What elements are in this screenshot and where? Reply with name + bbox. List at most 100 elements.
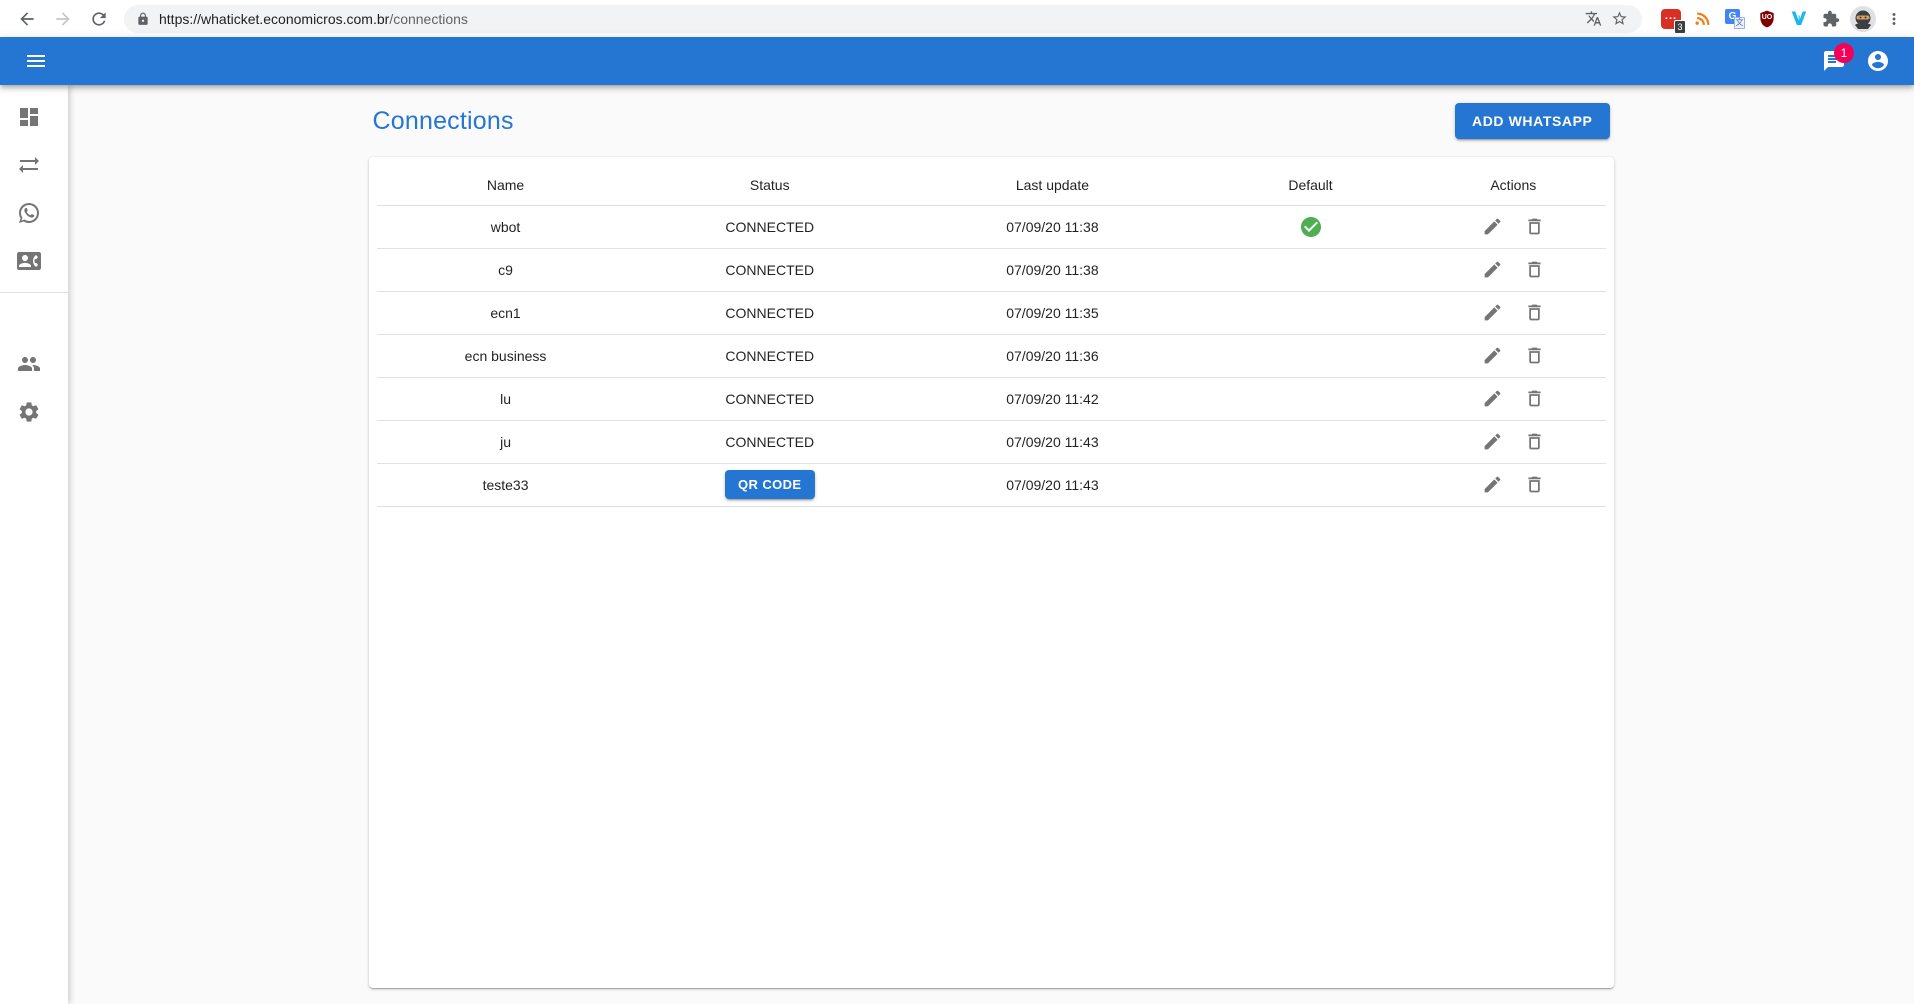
cell-actions [1421, 248, 1605, 291]
messages-button[interactable]: 1 [1812, 39, 1856, 83]
sidebar-item-tickets[interactable] [0, 189, 68, 237]
notification-badge: 1 [1834, 43, 1854, 63]
cell-name: teste33 [377, 463, 635, 506]
delete-trash-icon [1524, 388, 1545, 409]
contact-phone-icon [17, 249, 41, 273]
edit-connection-button[interactable] [1477, 255, 1507, 285]
url-text: https://whaticket.economicros.com.br/con… [159, 11, 1580, 27]
cell-default [1200, 205, 1421, 248]
sidebar-divider [0, 292, 68, 293]
table-row: ju CONNECTED 07/09/20 11:43 [377, 420, 1606, 463]
cell-actions [1421, 377, 1605, 420]
main-content: Connections ADD WHATSAPP NameStatusLast … [68, 85, 1914, 1004]
dashboard-icon [17, 105, 41, 129]
ublock-origin-extension-button[interactable]: UO [1754, 6, 1780, 32]
table-row: c9 CONNECTED 07/09/20 11:38 [377, 248, 1606, 291]
delete-connection-button[interactable] [1519, 384, 1549, 414]
delete-connection-button[interactable] [1519, 298, 1549, 328]
browser-profile-avatar[interactable] [1850, 6, 1876, 32]
sidebar [0, 85, 68, 1004]
reload-icon [89, 9, 109, 29]
sidebar-section-gap [0, 300, 68, 340]
delete-trash-icon [1524, 345, 1545, 366]
browser-reload-button[interactable] [82, 2, 116, 36]
extensions-puzzle-button[interactable] [1818, 6, 1844, 32]
red-ellipsis-extension-button[interactable]: ... 3 [1658, 6, 1684, 32]
browser-menu-kebab-button[interactable] [1882, 6, 1906, 32]
add-whatsapp-button[interactable]: ADD WHATSAPP [1455, 103, 1610, 139]
connections-table: NameStatusLast updateDefaultActions wbot… [377, 165, 1606, 507]
table-row: ecn business CONNECTED 07/09/20 11:36 [377, 334, 1606, 377]
edit-connection-button[interactable] [1477, 384, 1507, 414]
address-bar[interactable]: https://whaticket.economicros.com.br/con… [124, 5, 1642, 33]
kebab-menu-icon [1885, 10, 1903, 28]
edit-pencil-icon [1482, 431, 1503, 452]
forward-arrow-icon [53, 9, 73, 29]
blue-v-icon: V↓ [1792, 8, 1807, 30]
delete-trash-icon [1524, 259, 1545, 280]
sidebar-item-users[interactable] [0, 340, 68, 388]
cell-last-update: 07/09/20 11:38 [905, 248, 1200, 291]
cell-name: ecn business [377, 334, 635, 377]
account-menu-button[interactable] [1856, 39, 1900, 83]
cell-last-update: 07/09/20 11:43 [905, 420, 1200, 463]
cell-name: ecn1 [377, 291, 635, 334]
edit-pencil-icon [1482, 345, 1503, 366]
column-header-default: Default [1200, 165, 1421, 205]
translate-extension-icon: G文 [1725, 9, 1745, 29]
cell-status: CONNECTED [635, 248, 905, 291]
sidebar-item-contacts[interactable] [0, 237, 68, 285]
url-origin: https://whaticket.economicros.com.br [159, 11, 389, 27]
delete-connection-button[interactable] [1519, 255, 1549, 285]
bookmark-star-button[interactable] [1606, 6, 1632, 32]
settings-gear-icon [17, 400, 41, 424]
qr-code-button[interactable]: QR CODE [725, 470, 814, 499]
column-header-actions: Actions [1421, 165, 1605, 205]
back-arrow-icon [17, 9, 37, 29]
cell-last-update: 07/09/20 11:35 [905, 291, 1200, 334]
browser-forward-button[interactable] [46, 2, 80, 36]
cell-default [1200, 334, 1421, 377]
delete-connection-button[interactable] [1519, 212, 1549, 242]
cell-status: CONNECTED [635, 291, 905, 334]
edit-connection-button[interactable] [1477, 212, 1507, 242]
ublock-shield-icon: UO [1757, 9, 1777, 29]
cell-default [1200, 420, 1421, 463]
drawer-menu-button[interactable] [14, 39, 58, 83]
delete-connection-button[interactable] [1519, 427, 1549, 457]
edit-connection-button[interactable] [1477, 427, 1507, 457]
translate-extension-button[interactable]: G文 [1722, 6, 1748, 32]
rss-extension-button[interactable] [1690, 6, 1716, 32]
cell-status: CONNECTED [635, 420, 905, 463]
main-header: Connections ADD WHATSAPP [369, 97, 1614, 145]
cell-name: wbot [377, 205, 635, 248]
cell-status: CONNECTED [635, 205, 905, 248]
app-bar: 1 [0, 37, 1914, 85]
table-header-row: NameStatusLast updateDefaultActions [377, 165, 1606, 205]
sidebar-item-settings[interactable] [0, 388, 68, 436]
translate-page-button[interactable] [1580, 6, 1606, 32]
cell-actions [1421, 205, 1605, 248]
sidebar-item-connections[interactable] [0, 141, 68, 189]
delete-connection-button[interactable] [1519, 341, 1549, 371]
browser-back-button[interactable] [10, 2, 44, 36]
cell-name: c9 [377, 248, 635, 291]
cell-default [1200, 248, 1421, 291]
delete-connection-button[interactable] [1519, 470, 1549, 500]
blue-v-extension-button[interactable]: V↓ [1786, 6, 1812, 32]
delete-trash-icon [1524, 431, 1545, 452]
browser-toolbar: https://whaticket.economicros.com.br/con… [0, 0, 1914, 37]
delete-trash-icon [1524, 474, 1545, 495]
ninja-avatar-icon [1850, 6, 1876, 32]
sidebar-item-dashboard[interactable] [0, 93, 68, 141]
edit-connection-button[interactable] [1477, 298, 1507, 328]
edit-connection-button[interactable] [1477, 470, 1507, 500]
page-title: Connections [373, 107, 514, 136]
hamburger-menu-icon [24, 49, 48, 73]
cell-status: CONNECTED [635, 334, 905, 377]
delete-trash-icon [1524, 302, 1545, 323]
edit-connection-button[interactable] [1477, 341, 1507, 371]
extension-badge: 3 [1674, 20, 1686, 34]
delete-trash-icon [1524, 216, 1545, 237]
url-path: /connections [389, 11, 468, 27]
